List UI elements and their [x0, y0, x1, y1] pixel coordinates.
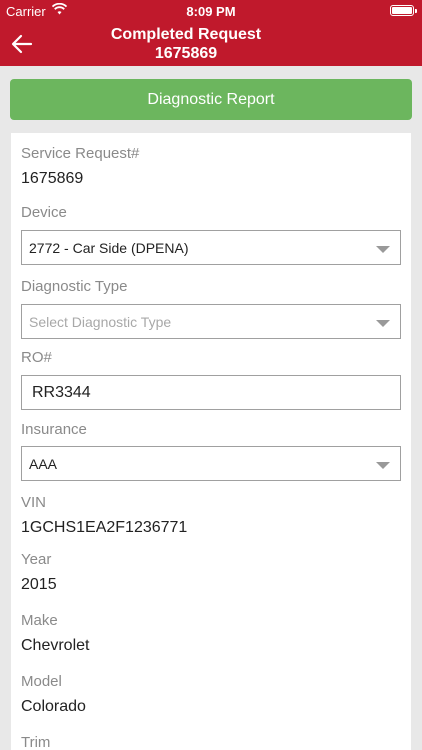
diagnostic-type-label: Diagnostic Type — [21, 278, 128, 295]
diagnostic-type-select[interactable]: Select Diagnostic Type — [21, 304, 401, 339]
diagnostic-report-button[interactable]: Diagnostic Report — [10, 79, 412, 120]
device-select-value: 2772 - Car Side (DPENA) — [29, 240, 189, 256]
model-label: Model — [21, 673, 62, 690]
page-title-line2: 1675869 — [154, 45, 218, 62]
battery-icon — [390, 5, 417, 16]
insurance-label: Insurance — [21, 421, 87, 438]
make-value: Chevrolet — [21, 637, 90, 654]
clock: 8:09 PM — [186, 4, 236, 19]
device-select[interactable]: 2772 - Car Side (DPENA) — [21, 230, 401, 265]
diagnostic-type-placeholder: Select Diagnostic Type — [29, 314, 172, 330]
page-title: Completed Request 1675869 — [0, 25, 372, 63]
chevron-down-icon — [376, 246, 390, 253]
trim-label: Trim — [21, 734, 51, 750]
ro-label: RO# — [21, 349, 52, 366]
nav-bar: Completed Request 1675869 — [0, 22, 422, 66]
service-request-value: 1675869 — [21, 170, 84, 187]
page-title-line1: Completed Request — [110, 26, 262, 43]
insurance-select-value: AAA — [29, 456, 58, 472]
vin-label: VIN — [21, 494, 47, 511]
chevron-down-icon — [376, 320, 390, 327]
insurance-select[interactable]: AAA — [21, 446, 401, 481]
vin-value: 1GCHS1EA2F1236771 — [21, 519, 188, 536]
year-value: 2015 — [21, 576, 57, 593]
ro-input[interactable]: RR3344 — [21, 375, 401, 410]
device-label: Device — [21, 204, 67, 221]
make-label: Make — [21, 612, 58, 629]
request-details-card: Service Request# 1675869 Device 2772 - C… — [11, 133, 411, 750]
year-label: Year — [21, 551, 52, 568]
model-value: Colorado — [21, 698, 86, 715]
service-request-label: Service Request# — [21, 145, 140, 162]
chevron-down-icon — [376, 462, 390, 469]
status-bar: Carrier 8:09 PM — [0, 0, 422, 22]
ro-input-value: RR3344 — [32, 384, 91, 401]
